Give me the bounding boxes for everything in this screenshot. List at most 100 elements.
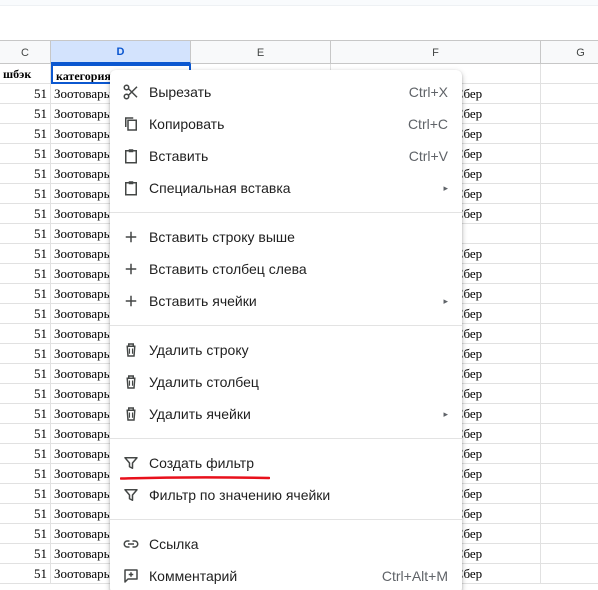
menu-item-label: Удалить строку — [149, 342, 249, 358]
cell-c[interactable]: 51 — [0, 364, 51, 384]
menu-item-comment[interactable]: Комментарий Ctrl+Alt+M — [110, 560, 462, 590]
menu-item-create-filter[interactable]: Создать фильтр — [110, 447, 462, 480]
shortcut-label: Ctrl+C — [407, 116, 448, 132]
cell-c[interactable]: 51 — [0, 204, 51, 224]
cell-g[interactable] — [541, 364, 598, 384]
menu-item-delete-row[interactable]: Удалить строку — [110, 334, 462, 366]
menu-item-filter-by-value[interactable]: Фильтр по значению ячейки — [110, 479, 462, 511]
cell-g[interactable] — [541, 264, 598, 284]
cell-c[interactable]: 51 — [0, 144, 51, 164]
cell-c[interactable]: 51 — [0, 124, 51, 144]
cell-g[interactable] — [541, 404, 598, 424]
cell-c[interactable]: 51 — [0, 524, 51, 544]
column-header-g[interactable]: G — [541, 41, 598, 64]
cell-g-header[interactable] — [541, 64, 598, 84]
menu-item-delete-cells[interactable]: Удалить ячейки ▸ — [110, 398, 462, 430]
cell-g[interactable] — [541, 124, 598, 144]
menu-item-label: Копировать — [149, 116, 225, 132]
submenu-arrow-icon: ▸ — [443, 182, 448, 193]
cell-g[interactable] — [541, 184, 598, 204]
scissors-icon — [122, 83, 140, 101]
plus-icon — [122, 260, 140, 278]
menu-item-label: Вставить ячейки — [149, 293, 257, 309]
cell-g[interactable] — [541, 164, 598, 184]
menu-item-label: Фильтр по значению ячейки — [149, 487, 331, 503]
cell-g[interactable] — [541, 444, 598, 464]
menu-item-label: Вставить столбец слева — [149, 261, 307, 277]
cell-g[interactable] — [541, 104, 598, 124]
toolbar-strip — [0, 0, 598, 6]
menu-divider — [110, 212, 462, 213]
cell-c-header[interactable]: шбэк — [0, 64, 51, 84]
column-header-c[interactable]: C — [0, 41, 51, 64]
cell-c[interactable]: 51 — [0, 224, 51, 244]
cell-c[interactable]: 51 — [0, 404, 51, 424]
context-menu: Вырезать Ctrl+X Копировать Ctrl+C Встави… — [110, 70, 462, 590]
clipboard-icon — [122, 147, 140, 165]
cell-c[interactable]: 51 — [0, 444, 51, 464]
cell-c[interactable]: 51 — [0, 384, 51, 404]
cell-c[interactable]: 51 — [0, 544, 51, 564]
cell-c[interactable]: 51 — [0, 504, 51, 524]
cell-g[interactable] — [541, 284, 598, 304]
menu-item-delete-column[interactable]: Удалить столбец — [110, 366, 462, 398]
cell-c[interactable]: 51 — [0, 264, 51, 284]
cell-c[interactable]: 51 — [0, 324, 51, 344]
menu-item-insert-row-above[interactable]: Вставить строку выше — [110, 221, 462, 253]
menu-item-paste[interactable]: Вставить Ctrl+V — [110, 140, 462, 172]
cell-c[interactable]: 51 — [0, 104, 51, 124]
filter-icon — [122, 486, 140, 504]
menu-item-paste-special[interactable]: Специальная вставка ▸ — [110, 172, 462, 204]
menu-divider — [110, 438, 462, 439]
submenu-arrow-icon: ▸ — [443, 295, 448, 306]
menu-item-copy[interactable]: Копировать Ctrl+C — [110, 108, 462, 140]
cell-g[interactable] — [541, 324, 598, 344]
cell-c[interactable]: 51 — [0, 304, 51, 324]
cell-g[interactable] — [541, 384, 598, 404]
cell-g[interactable] — [541, 224, 598, 244]
cell-g[interactable] — [541, 504, 598, 524]
cell-c[interactable]: 51 — [0, 184, 51, 204]
cell-c[interactable]: 51 — [0, 284, 51, 304]
menu-item-label: Удалить столбец — [149, 374, 259, 390]
link-icon — [122, 535, 140, 553]
comment-add-icon — [122, 567, 140, 585]
menu-item-label: Вставить — [149, 148, 209, 164]
menu-item-label: Специальная вставка — [149, 180, 291, 196]
copy-icon — [122, 115, 140, 133]
cell-g[interactable] — [541, 564, 598, 584]
menu-item-cut[interactable]: Вырезать Ctrl+X — [110, 76, 462, 108]
cell-g[interactable] — [541, 544, 598, 564]
column-header-d[interactable]: D — [51, 41, 191, 64]
cell-c[interactable]: 51 — [0, 424, 51, 444]
cell-g[interactable] — [541, 424, 598, 444]
cell-g[interactable] — [541, 84, 598, 104]
cell-g[interactable] — [541, 344, 598, 364]
menu-item-label: Создать фильтр — [149, 455, 254, 471]
cell-g[interactable] — [541, 524, 598, 544]
menu-item-insert-cells[interactable]: Вставить ячейки ▸ — [110, 285, 462, 317]
cell-c[interactable]: 51 — [0, 84, 51, 104]
cell-g[interactable] — [541, 144, 598, 164]
cell-g[interactable] — [541, 464, 598, 484]
column-header-f[interactable]: F — [331, 41, 541, 64]
column-header-e[interactable]: E — [191, 41, 331, 64]
plus-icon — [122, 228, 140, 246]
cell-c[interactable]: 51 — [0, 484, 51, 504]
cell-c[interactable]: 51 — [0, 464, 51, 484]
cell-g[interactable] — [541, 244, 598, 264]
menu-divider — [110, 519, 462, 520]
cell-c[interactable]: 51 — [0, 164, 51, 184]
cell-c[interactable]: 51 — [0, 244, 51, 264]
trash-icon — [122, 341, 140, 359]
cell-g[interactable] — [541, 304, 598, 324]
menu-item-link[interactable]: Ссылка — [110, 528, 462, 560]
menu-item-label: Ссылка — [149, 536, 199, 552]
cell-g[interactable] — [541, 204, 598, 224]
menu-item-label: Удалить ячейки — [149, 406, 251, 422]
cell-g[interactable] — [541, 484, 598, 504]
menu-item-insert-column-left[interactable]: Вставить столбец слева — [110, 253, 462, 285]
menu-item-label: Вырезать — [149, 84, 212, 100]
cell-c[interactable]: 51 — [0, 564, 51, 584]
cell-c[interactable]: 51 — [0, 344, 51, 364]
